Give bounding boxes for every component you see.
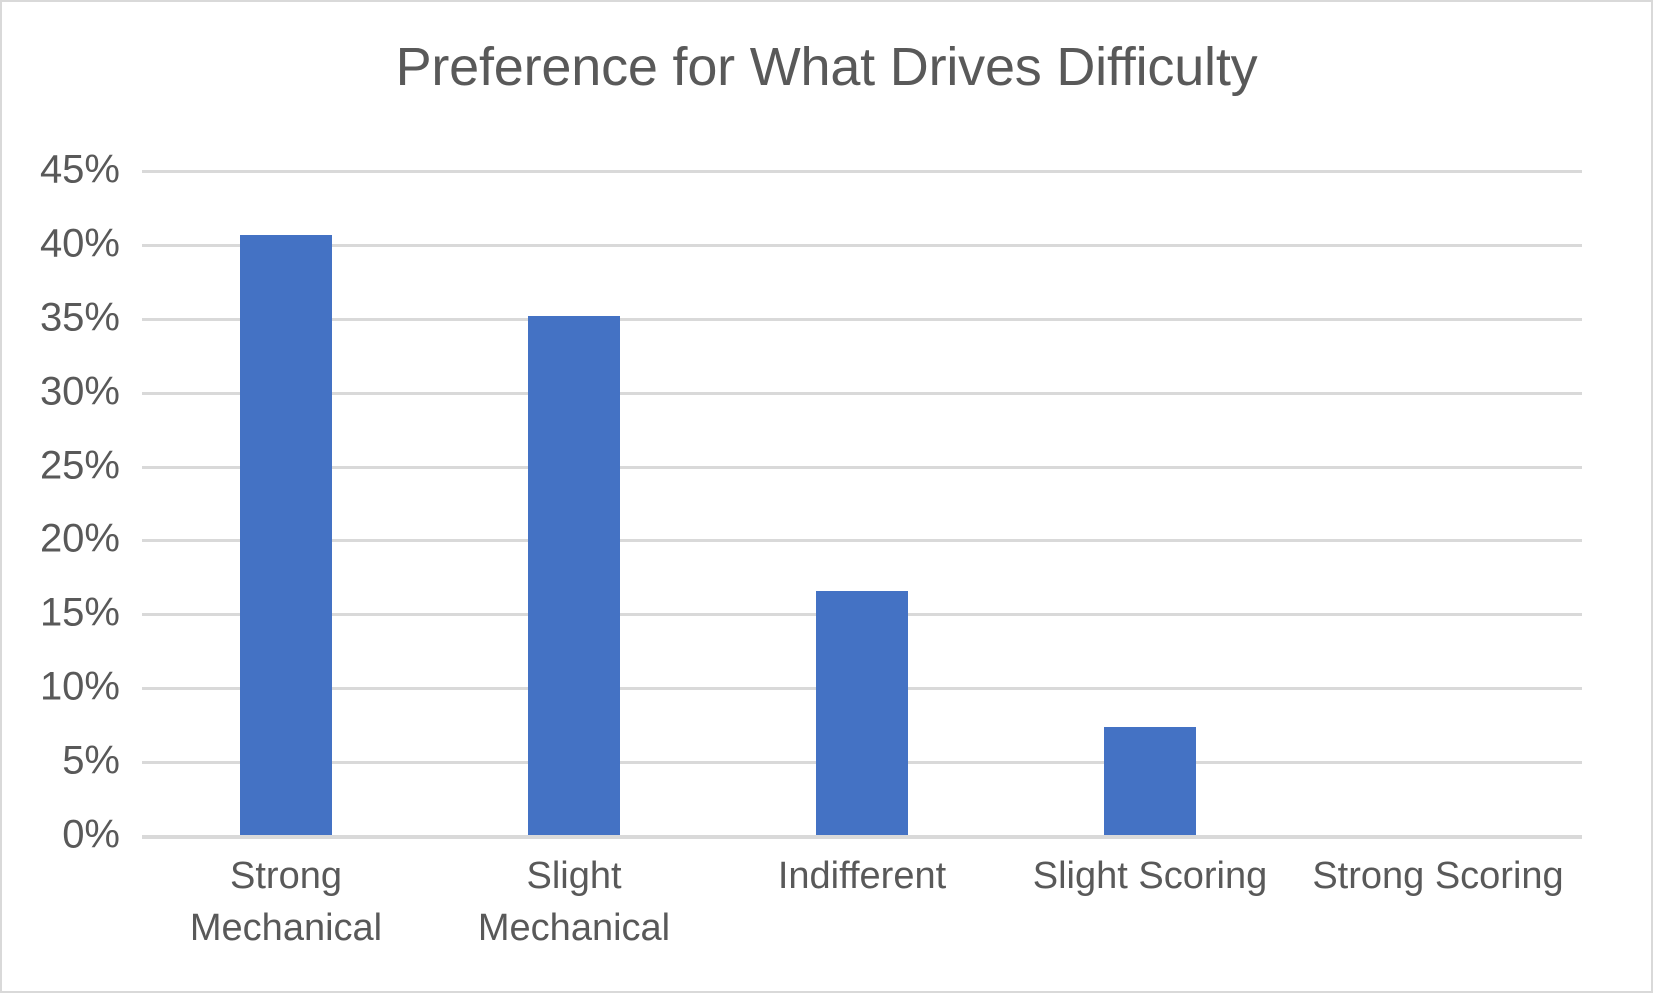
x-axis-line <box>142 835 1582 839</box>
y-tick-label: 40% <box>39 221 120 266</box>
y-tick-label: 35% <box>39 295 120 340</box>
y-tick-label: 0% <box>62 812 120 857</box>
x-axis: Strong Mechanical Slight Mechanical Indiffer… <box>142 850 1582 970</box>
y-tick-label: 10% <box>39 664 120 709</box>
x-tick-label: Indifferent <box>777 855 947 897</box>
bar[interactable] <box>1104 727 1196 835</box>
x-tick-label: Strong Scoring <box>1312 855 1564 897</box>
y-tick-label: 5% <box>62 738 120 783</box>
bars-layer <box>142 170 1582 835</box>
x-tick-label: Strong Mechanical <box>189 855 383 949</box>
x-tick-label: Slight Scoring <box>1032 855 1268 897</box>
bar-slot <box>430 170 718 835</box>
bar-slot <box>718 170 1006 835</box>
y-axis: 45% 40% 35% 30% 25% 20% 15% 10% 5% 0% <box>2 2 120 991</box>
y-tick-label: 20% <box>39 516 120 561</box>
bar[interactable] <box>816 591 908 835</box>
y-tick-label: 15% <box>39 590 120 635</box>
y-tick-label: 25% <box>39 443 120 488</box>
x-tick-label: Slight Mechanical <box>477 855 671 949</box>
chart-container: Preference for What Drives Difficulty 45… <box>0 0 1653 993</box>
bar[interactable] <box>240 235 332 835</box>
bar-slot <box>1294 170 1582 835</box>
y-tick-label: 45% <box>39 147 120 192</box>
bar-slot <box>142 170 430 835</box>
bar-slot <box>1006 170 1294 835</box>
chart-title: Preference for What Drives Difficulty <box>395 37 1258 97</box>
y-tick-label: 30% <box>39 369 120 414</box>
bar[interactable] <box>528 316 620 835</box>
